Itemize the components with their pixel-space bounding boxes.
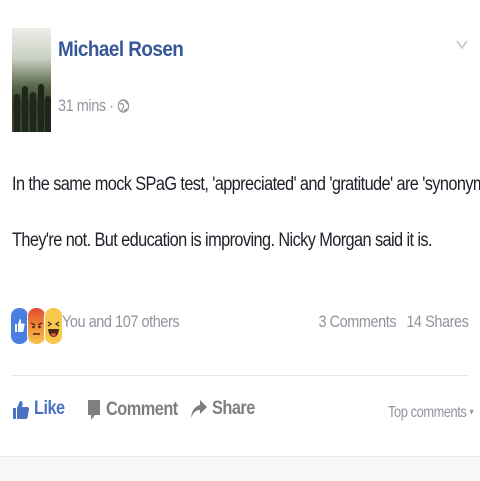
meta-separator: · — [109, 96, 114, 115]
comments-count[interactable]: 3 Comments — [318, 312, 396, 331]
reaction-icons[interactable] — [10, 304, 70, 345]
chevron-down-icon[interactable] — [452, 38, 472, 52]
like-label: Like — [34, 398, 65, 419]
share-label: Share — [212, 398, 255, 419]
like-button[interactable]: Like — [12, 398, 70, 432]
post-text-line-1: In the same mock SPaG test, 'appreciated… — [12, 174, 480, 195]
caret-down-icon: ▾ — [469, 407, 474, 418]
comment-area — [0, 456, 480, 481]
engagement-counts: 3 Comments 14 Shares — [318, 312, 468, 332]
post-meta: 31 mins · — [58, 96, 129, 116]
share-arrow-icon — [191, 400, 207, 418]
shares-count[interactable]: 14 Shares — [406, 312, 468, 331]
top-comments-label: Top comments — [388, 404, 467, 421]
top-comments-dropdown[interactable]: Top comments ▾ — [388, 404, 474, 422]
author-name[interactable]: Michael Rosen — [58, 38, 184, 62]
comment-button[interactable]: Comment — [86, 398, 189, 432]
share-button[interactable]: Share — [190, 398, 262, 432]
reaction-summary[interactable]: You and 107 others — [62, 312, 180, 332]
comment-label: Comment — [106, 399, 178, 420]
post-text-line-2: They're not. But education is improving.… — [12, 230, 432, 251]
facebook-post: Michael Rosen 31 mins · In the same mock… — [0, 0, 480, 481]
comment-icon — [88, 400, 100, 420]
thumbs-up-icon — [13, 400, 30, 419]
divider — [12, 375, 468, 376]
avatar[interactable] — [12, 28, 51, 132]
globe-icon — [117, 99, 129, 113]
post-timestamp[interactable]: 31 mins — [58, 96, 106, 115]
haha-icon — [44, 307, 63, 345]
